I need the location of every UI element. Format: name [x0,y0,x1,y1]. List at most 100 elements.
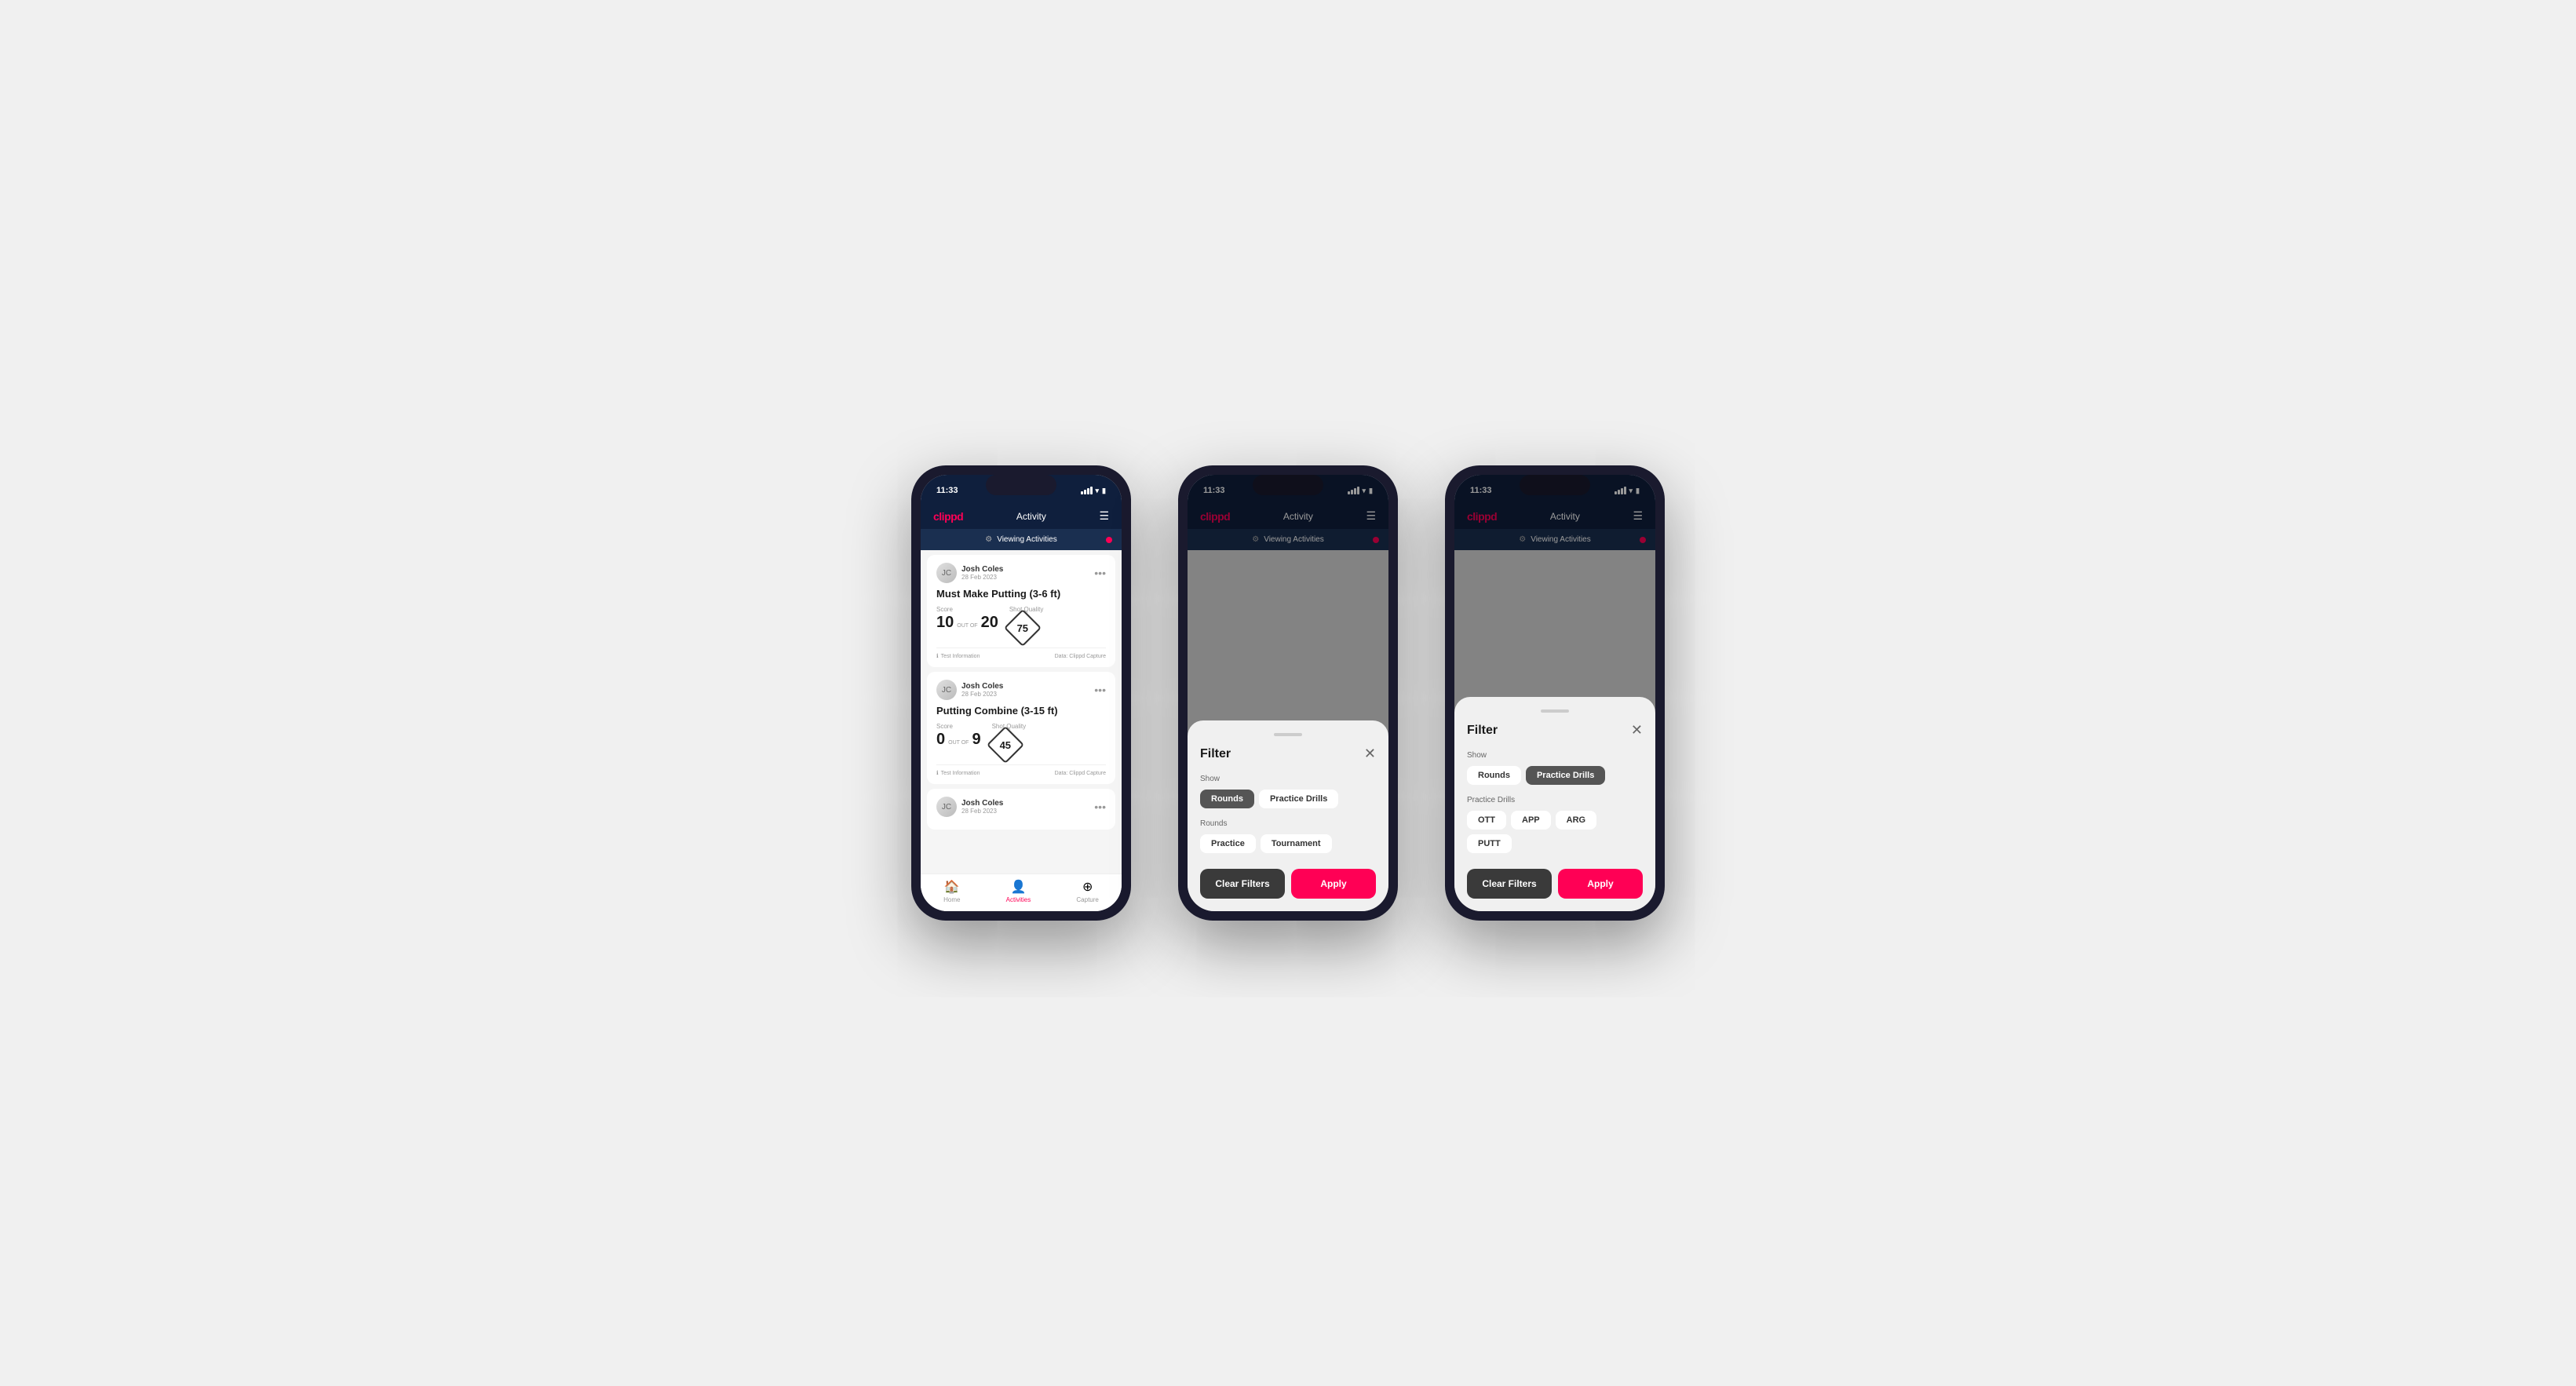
pill-app-3[interactable]: APP [1511,811,1551,830]
phone-2: 11:33 ▾ ▮ clippd Activity ☰ [1178,465,1398,921]
card-title-1: Must Make Putting (3-6 ft) [936,588,1106,600]
viewing-bar-text: Viewing Activities [997,535,1057,544]
nav-item-home[interactable]: 🏠 Home [943,879,960,903]
activity-feed: JC Josh Coles 28 Feb 2023 ••• Must Make … [921,550,1122,874]
card-footer-2: ℹ Test Information Data: Clippd Capture [936,764,1106,776]
footer-data-1: Data: Clippd Capture [1055,654,1106,659]
user-info-3: JC Josh Coles 28 Feb 2023 [936,797,1003,817]
activities-icon: 👤 [1010,879,1026,895]
user-date-1: 28 Feb 2023 [961,574,1003,581]
more-dots-1[interactable]: ••• [1094,567,1106,579]
shot-quality-1: 75 [1004,609,1042,647]
hamburger-icon[interactable]: ☰ [1099,509,1109,523]
user-name-3: Josh Coles [961,799,1003,808]
top-nav: clippd Activity ☰ [921,503,1122,529]
drills-pills-3: OTT APP ARG PUTT [1467,811,1643,853]
avatar-1: JC [936,563,957,583]
clear-filters-button-3[interactable]: Clear Filters [1467,869,1552,899]
footer-data-2: Data: Clippd Capture [1055,771,1106,776]
footer-info-2: ℹ Test Information [936,770,980,776]
modal-header-2: Filter ✕ [1200,746,1376,762]
capture-icon: ⊕ [1082,879,1093,895]
apply-button-2[interactable]: Apply [1291,869,1376,899]
show-pills-3: Rounds Practice Drills [1467,766,1643,785]
viewing-bar-dot [1106,537,1112,543]
rounds-label-2: Rounds [1200,819,1376,828]
show-label-2: Show [1200,775,1376,783]
nav-activities-label: Activities [1006,896,1031,903]
phone-2-screen: 11:33 ▾ ▮ clippd Activity ☰ [1188,475,1388,911]
signal-bars-icon [1081,487,1093,494]
user-info-2: JC Josh Coles 28 Feb 2023 [936,680,1003,700]
footer-info-1: ℹ Test Information [936,653,980,659]
card-footer-1: ℹ Test Information Data: Clippd Capture [936,647,1106,659]
pill-practice-round-2[interactable]: Practice [1200,834,1256,853]
modal-footer-3: Clear Filters Apply [1467,869,1643,899]
modal-header-3: Filter ✕ [1467,722,1643,739]
user-date-2: 28 Feb 2023 [961,691,1003,698]
pill-practice-drills-3[interactable]: Practice Drills [1526,766,1605,785]
card-title-2: Putting Combine (3-15 ft) [936,705,1106,717]
modal-close-button-2[interactable]: ✕ [1364,746,1376,762]
show-pills-2: Rounds Practice Drills [1200,790,1376,808]
pill-tournament-2[interactable]: Tournament [1261,834,1332,853]
home-icon: 🏠 [944,879,960,895]
pill-putt-3[interactable]: PUTT [1467,834,1512,853]
phone-notch [986,475,1056,495]
score-label-1: Score [936,606,998,613]
scene: 11:33 ▾ ▮ clippd Activity ☰ [864,418,1712,968]
user-name-1: Josh Coles [961,565,1003,574]
avatar-2: JC [936,680,957,700]
filter-modal-container-2: Filter ✕ Show Rounds Practice Drills Rou… [1188,475,1388,911]
drills-label-3: Practice Drills [1467,796,1643,804]
nav-home-label: Home [943,896,960,903]
apply-button-3[interactable]: Apply [1558,869,1643,899]
out-of-2: OUT OF [948,740,969,746]
phone-3-screen: 11:33 ▾ ▮ clippd Activity ☰ [1454,475,1655,911]
phone-1-screen: 11:33 ▾ ▮ clippd Activity ☰ [921,475,1122,911]
modal-title-2: Filter [1200,747,1231,761]
activity-card-1: JC Josh Coles 28 Feb 2023 ••• Must Make … [927,555,1115,667]
bottom-nav: 🏠 Home 👤 Activities ⊕ Capture [921,874,1122,911]
clear-filters-button-2[interactable]: Clear Filters [1200,869,1285,899]
nav-item-activities[interactable]: 👤 Activities [1006,879,1031,903]
pill-rounds-2[interactable]: Rounds [1200,790,1254,808]
rounds-pills-2: Practice Tournament [1200,834,1376,853]
show-label-3: Show [1467,751,1643,760]
shots-value-2: 9 [972,731,980,747]
filter-modal-container-3: Filter ✕ Show Rounds Practice Drills Pra… [1454,475,1655,911]
more-dots-3[interactable]: ••• [1094,801,1106,813]
out-of-1: OUT OF [957,623,977,629]
viewing-bar[interactable]: ⚙ Viewing Activities [921,529,1122,550]
user-date-3: 28 Feb 2023 [961,808,1003,815]
app-logo: clippd [933,510,963,523]
card-header-3: JC Josh Coles 28 Feb 2023 ••• [936,797,1106,817]
shots-value-1: 20 [981,615,998,630]
filter-modal-3: Filter ✕ Show Rounds Practice Drills Pra… [1454,697,1655,911]
wifi-icon: ▾ [1096,487,1100,495]
modal-close-button-3[interactable]: ✕ [1631,722,1643,739]
nav-capture-label: Capture [1076,896,1098,903]
modal-handle-2 [1274,733,1302,736]
pill-arg-3[interactable]: ARG [1556,811,1596,830]
avatar-3: JC [936,797,957,817]
status-time: 11:33 [936,486,958,495]
pill-rounds-3[interactable]: Rounds [1467,766,1521,785]
more-dots-2[interactable]: ••• [1094,684,1106,696]
pill-ott-3[interactable]: OTT [1467,811,1506,830]
nav-item-capture[interactable]: ⊕ Capture [1076,879,1098,903]
phone-1: 11:33 ▾ ▮ clippd Activity ☰ [911,465,1131,921]
shot-quality-2: 45 [987,726,1024,764]
user-name-2: Josh Coles [961,682,1003,691]
card-header-1: JC Josh Coles 28 Feb 2023 ••• [936,563,1106,583]
phone-3: 11:33 ▾ ▮ clippd Activity ☰ [1445,465,1665,921]
modal-title-3: Filter [1467,724,1498,738]
activity-card-3: JC Josh Coles 28 Feb 2023 ••• [927,789,1115,830]
pill-practice-drills-2[interactable]: Practice Drills [1259,790,1338,808]
score-value-2: 0 [936,731,945,747]
user-info-1: JC Josh Coles 28 Feb 2023 [936,563,1003,583]
battery-icon: ▮ [1102,487,1106,495]
score-value-1: 10 [936,615,954,630]
modal-footer-2: Clear Filters Apply [1200,869,1376,899]
nav-title: Activity [1016,511,1046,522]
